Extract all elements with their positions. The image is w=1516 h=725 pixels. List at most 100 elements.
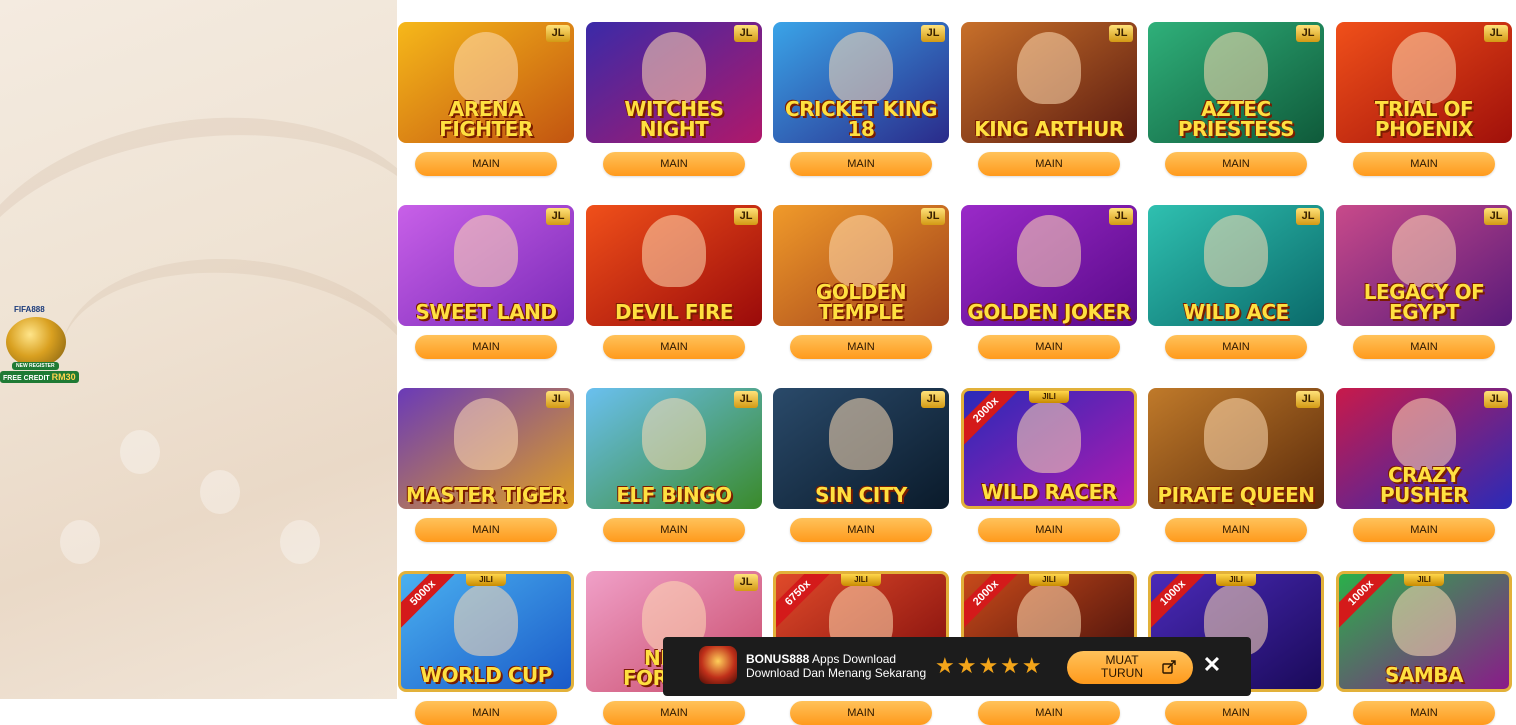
play-button[interactable]: MAIN [1353,701,1495,725]
play-button[interactable]: MAIN [1353,518,1495,542]
play-button[interactable]: MAIN [1165,335,1307,359]
close-icon[interactable]: ✕ [1202,654,1222,676]
play-button[interactable]: MAIN [978,152,1120,176]
game-character-art [642,32,706,104]
game-title: WILD RACER [981,480,1117,504]
game-character-art [642,215,706,287]
game-character-art [829,398,893,470]
game-thumbnail[interactable]: JL CRICKET KING 18 [773,22,949,143]
football-icon [6,317,66,367]
play-button[interactable]: MAIN [1165,152,1307,176]
game-thumbnail[interactable]: JL SWEET LAND [398,205,574,326]
game-title: WORLD CUP [420,663,552,687]
provider-badge: JILI [1029,391,1069,403]
play-button[interactable]: MAIN [790,335,932,359]
play-button[interactable]: MAIN [415,701,557,725]
app-icon [699,646,737,684]
download-headline-brand: BONUS888 [746,652,810,666]
provider-badge: JL [921,25,945,42]
game-title: TRIAL OF PHOENIX [1374,97,1474,141]
game-title: CRICKET KING 18 [784,97,938,141]
promo-new-register: NEW REGISTER [12,362,59,370]
game-thumbnail[interactable]: JL WITCHES NIGHT [586,22,762,143]
game-card: JL KING ARTHUR MAIN [961,22,1137,176]
play-button[interactable]: MAIN [790,152,932,176]
provider-badge: JILI [466,574,506,586]
play-button[interactable]: MAIN [1165,701,1307,725]
provider-badge: JL [1296,25,1320,42]
game-character-art [454,215,518,287]
game-character-art [1392,398,1456,470]
game-thumbnail[interactable]: JL WILD ACE [1148,205,1324,326]
game-title: WITCHES NIGHT [624,97,724,141]
multiplier-ribbon: 1000x [1339,574,1396,628]
lantern-decoration [200,470,240,514]
download-headline: BONUS888 Apps Download [746,652,896,666]
game-character-art [642,398,706,470]
lantern-decoration [60,520,100,564]
game-title: MASTER TIGER [405,483,567,507]
provider-badge: JL [546,208,570,225]
promo-badge[interactable]: FIFA888 NEW REGISTER FREE CREDIT RM30 [0,305,79,385]
play-button[interactable]: MAIN [603,335,745,359]
game-thumbnail[interactable]: JL DEVIL FIRE [586,205,762,326]
provider-badge: JL [734,391,758,408]
play-button[interactable]: MAIN [1353,152,1495,176]
game-title: SIN CITY [815,483,907,507]
game-thumbnail[interactable]: JL ARENA FIGHTER [398,22,574,143]
game-thumbnail[interactable]: JL AZTEC PRIESTESS [1148,22,1324,143]
game-thumbnail[interactable]: JL TRIAL OF PHOENIX [1336,22,1512,143]
multiplier-ribbon: 2000x [964,574,1021,628]
game-thumbnail[interactable]: JL LEGACY OF EGYPT [1336,205,1512,326]
game-thumbnail[interactable]: JL GOLDEN TEMPLE [773,205,949,326]
game-thumbnail[interactable]: JILI 2000x WILD RACER [961,388,1137,509]
game-thumbnail[interactable]: JL MASTER TIGER [398,388,574,509]
play-button[interactable]: MAIN [603,518,745,542]
game-title: SAMBA [1384,663,1464,687]
provider-badge: JL [734,25,758,42]
game-card: JL TRIAL OF PHOENIX MAIN [1336,22,1512,176]
play-button[interactable]: MAIN [1165,518,1307,542]
provider-badge: JILI [1216,574,1256,586]
game-card: JL GOLDEN JOKER MAIN [961,205,1137,359]
play-button[interactable]: MAIN [978,518,1120,542]
play-button[interactable]: MAIN [415,335,557,359]
play-button[interactable]: MAIN [790,701,932,725]
download-button[interactable]: MUAT TURUN [1067,651,1193,684]
provider-badge: JILI [1404,574,1444,586]
game-card: JL ARENA FIGHTER MAIN [398,22,574,176]
game-thumbnail[interactable]: JL GOLDEN JOKER [961,205,1137,326]
game-thumbnail[interactable]: JILI 1000x SAMBA [1336,571,1512,692]
play-button[interactable]: MAIN [603,152,745,176]
multiplier-ribbon: 1000x [1151,574,1208,628]
game-thumbnail[interactable]: JL PIRATE QUEEN [1148,388,1324,509]
game-character-art [1017,401,1081,473]
play-button[interactable]: MAIN [415,152,557,176]
game-title: ELF BINGO [616,483,732,507]
game-thumbnail[interactable]: JL ELF BINGO [586,388,762,509]
game-title: AZTEC PRIESTESS [1177,97,1295,141]
provider-badge: JILI [841,574,881,586]
game-card: JL PIRATE QUEEN MAIN [1148,388,1324,542]
download-headline-text: Apps Download [809,652,897,666]
external-link-icon [1162,660,1176,674]
game-card: JL CRICKET KING 18 MAIN [773,22,949,176]
game-thumbnail[interactable]: JILI 5000x WORLD CUP [398,571,574,692]
download-button-label: MUAT TURUN [1101,653,1143,680]
play-button[interactable]: MAIN [978,701,1120,725]
provider-badge: JILI [1029,574,1069,586]
provider-badge: JL [921,208,945,225]
play-button[interactable]: MAIN [603,701,745,725]
rating-stars-icon: ★★★★★ [935,653,1044,678]
game-thumbnail[interactable]: JL KING ARTHUR [961,22,1137,143]
game-thumbnail[interactable]: JL CRAZY PUSHER [1336,388,1512,509]
promo-amount: RM30 [51,372,76,382]
game-card: JL GOLDEN TEMPLE MAIN [773,205,949,359]
play-button[interactable]: MAIN [1353,335,1495,359]
game-character-art [454,32,518,104]
game-character-art [1204,398,1268,470]
play-button[interactable]: MAIN [978,335,1120,359]
play-button[interactable]: MAIN [790,518,932,542]
play-button[interactable]: MAIN [415,518,557,542]
game-thumbnail[interactable]: JL SIN CITY [773,388,949,509]
